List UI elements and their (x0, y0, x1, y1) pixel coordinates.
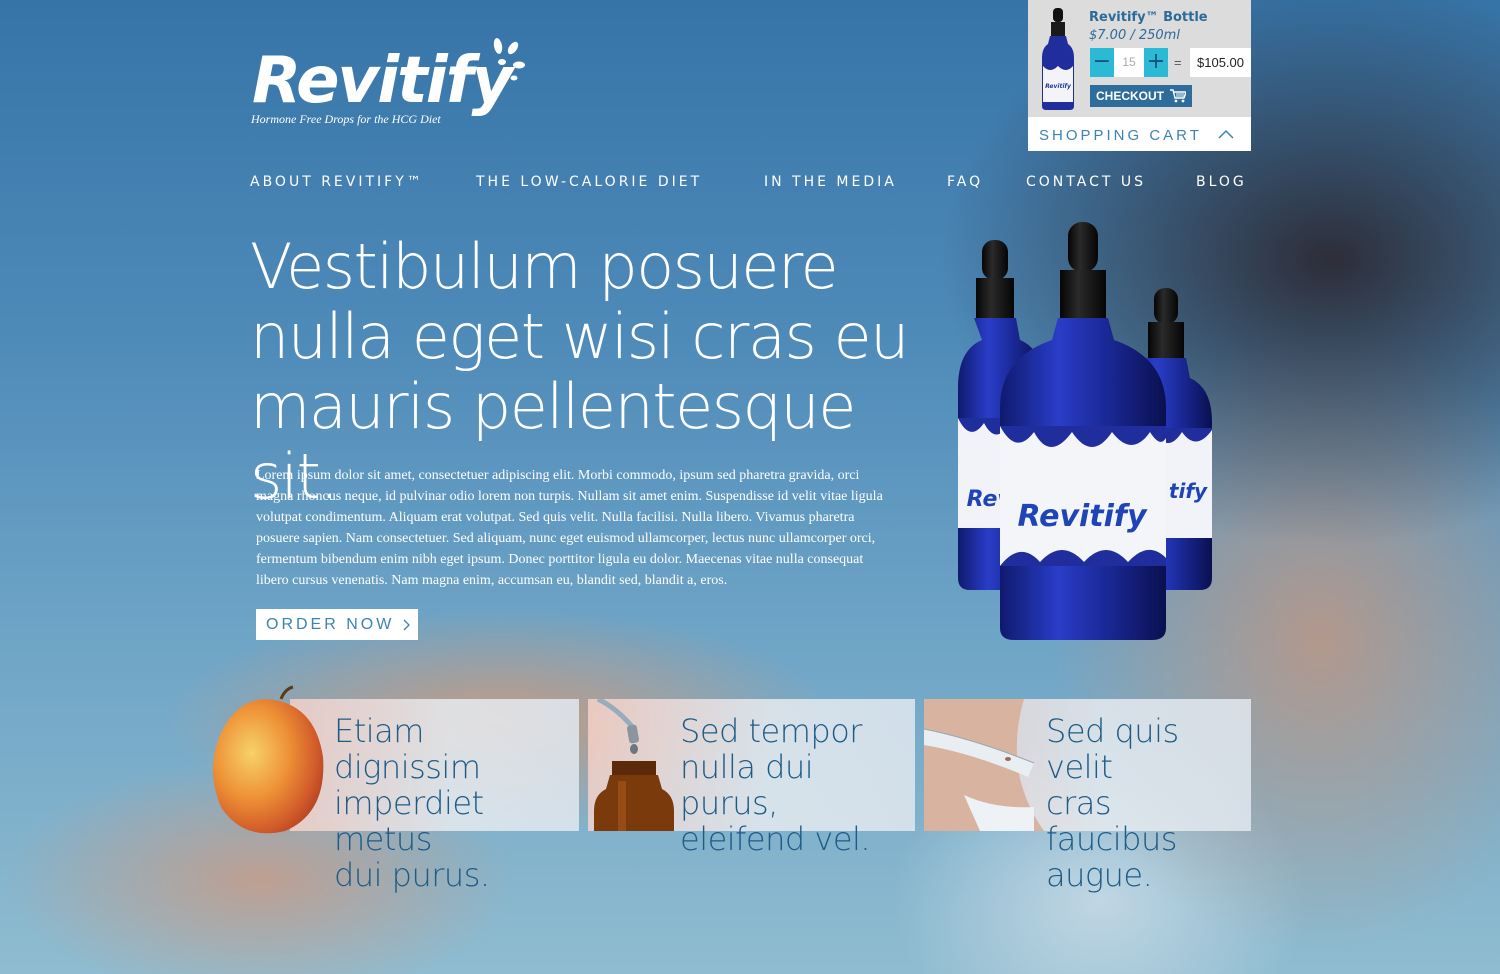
nav-item-about[interactable]: ABOUT REVITIFY™ (250, 174, 424, 190)
svg-text:Revitify: Revitify (1017, 499, 1147, 534)
measuring-tape-image (924, 699, 1044, 831)
checkout-button[interactable]: CHECKOUT (1090, 85, 1192, 107)
hero-headline-line: nulla eget wisi cras eu (250, 300, 909, 373)
nav-item-faq[interactable]: FAQ (947, 174, 983, 190)
quantity-field[interactable]: 15 (1114, 48, 1144, 77)
feature-card[interactable]: Sed tempor nulla dui purus, eleifend vel… (588, 699, 915, 857)
feature-card[interactable]: Etiam dignissim imperdiet metus dui puru… (290, 699, 579, 893)
mango-image (213, 685, 324, 834)
chevron-up-icon (1218, 129, 1234, 139)
cart-product-name: Revitify™ Bottle (1089, 10, 1208, 25)
product-bottle-thumbnail: Revitify (1042, 8, 1074, 110)
feature-title: Sed tempor nulla dui purus, eleifend vel… (680, 713, 912, 857)
logo-wordmark: Revitify (252, 44, 513, 118)
hero-headline-line: Vestibulum posuere (250, 230, 839, 303)
splash-icon (493, 38, 525, 81)
feature-title-line: Sed quis velit (1046, 712, 1179, 786)
cart-summary: Revitify Revitify™ Bottle $7.00 / 250ml … (1028, 0, 1251, 117)
product-bottles-image: Reviti tify Revitify (958, 222, 1212, 640)
order-now-button[interactable]: ORDER NOW (256, 609, 418, 640)
feature-title-line: eleifend vel. (680, 820, 871, 858)
logo-tagline: Hormone Free Drops for the HCG Diet (251, 112, 441, 126)
svg-text:Revitify: Revitify (1045, 83, 1072, 90)
feature-title-line: augue. (1046, 856, 1153, 894)
hero-body-text: Lorem ipsum dolor sit amet, consectetuer… (256, 468, 883, 588)
main-navigation: ABOUT REVITIFY™ THE LOW-CALORIE DIET IN … (250, 174, 1252, 194)
order-now-label: ORDER NOW (266, 616, 395, 633)
feature-title: Etiam dignissim imperdiet metus dui puru… (334, 713, 574, 893)
shopping-cart-widget: Revitify Revitify™ Bottle $7.00 / 250ml … (1028, 0, 1251, 151)
feature-title-line: dui purus. (334, 856, 490, 894)
feature-title-line: nulla dui purus, (680, 748, 814, 822)
equals-sign: = (1174, 55, 1182, 70)
shopping-cart-label: SHOPPING CART (1039, 127, 1202, 144)
feature-card[interactable]: Sed quis velit cras faucibus augue. (924, 699, 1251, 893)
cart-total: $105.00 (1190, 48, 1251, 77)
feature-title-line: Etiam dignissim (334, 712, 481, 786)
cart-product-price: $7.00 / 250ml (1089, 28, 1180, 43)
svg-text:tify: tify (1169, 479, 1208, 503)
shopping-cart-toggle[interactable]: SHOPPING CART (1028, 117, 1251, 151)
checkout-label: CHECKOUT (1096, 89, 1164, 103)
brand-logo[interactable]: Revitify Hormone Free Drops for the HCG … (250, 38, 530, 133)
cart-icon (1170, 89, 1186, 103)
quantity-increase-button[interactable]: + (1144, 48, 1168, 77)
feature-title: Sed quis velit cras faucibus augue. (1046, 713, 1246, 893)
nav-item-low-calorie-diet[interactable]: THE LOW-CALORIE DIET (476, 174, 702, 190)
nav-item-contact-us[interactable]: CONTACT US (1026, 174, 1146, 190)
quantity-decrease-button[interactable]: − (1090, 48, 1114, 77)
feature-title-line: cras faucibus (1046, 784, 1177, 858)
nav-item-blog[interactable]: BLOG (1196, 174, 1247, 190)
feature-title-line: imperdiet metus (334, 784, 484, 858)
chevron-right-icon (403, 619, 410, 631)
feature-title-line: Sed tempor (680, 712, 862, 750)
nav-item-in-the-media[interactable]: IN THE MEDIA (764, 174, 897, 190)
dropper-bottle-image (594, 699, 674, 831)
